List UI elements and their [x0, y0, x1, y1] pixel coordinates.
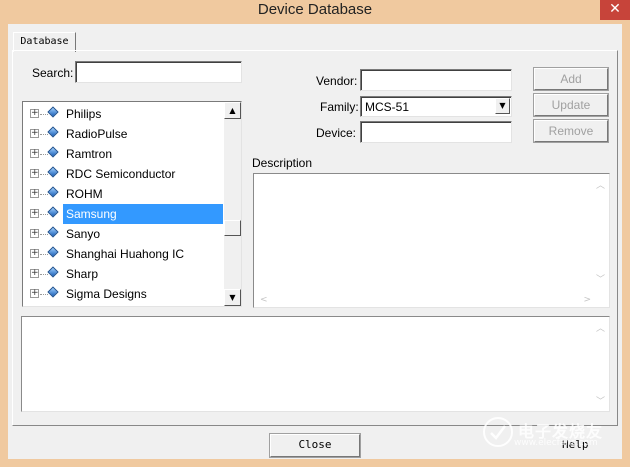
tree-connector	[40, 134, 48, 135]
remove-button[interactable]: Remove	[533, 119, 609, 143]
tree-item[interactable]: + RadioPulse	[23, 124, 223, 144]
expand-plus-icon[interactable]: +	[30, 249, 39, 258]
device-diamond-icon	[47, 226, 59, 238]
scroll-down-icon[interactable]: ▼	[224, 289, 241, 306]
tree-connector	[40, 114, 48, 115]
tree-connector	[40, 214, 48, 215]
dialog-client-area: Database Search: + Philips + RadioPulse + Ram…	[8, 24, 622, 459]
tree-item-label: Shanghai Huahong IC	[66, 247, 185, 261]
watermark-url: www.elecfans.com	[514, 438, 598, 448]
tree-connector	[40, 294, 48, 295]
tree-item-label: Philips	[66, 107, 102, 121]
search-input[interactable]	[76, 62, 241, 82]
title-bar: Device Database ✕	[0, 0, 630, 24]
vendor-input[interactable]	[361, 70, 511, 90]
expand-plus-icon[interactable]: +	[30, 189, 39, 198]
tree-item[interactable]: + Sigma Designs	[23, 284, 223, 304]
watermark-logo-icon	[483, 417, 513, 447]
dropdown-arrow-icon[interactable]: ▼	[495, 98, 510, 114]
update-button[interactable]: Update	[533, 93, 609, 117]
vendor-field[interactable]	[360, 69, 512, 91]
device-diamond-icon	[47, 186, 59, 198]
tree-item-label: RDC Semiconductor	[66, 167, 176, 181]
description-box[interactable]: ︿ ﹀ < >	[253, 173, 610, 308]
scroll-up-icon: ︿	[595, 181, 605, 191]
vendor-tree[interactable]: + Philips + RadioPulse + Ramtron + RDC Semicond…	[22, 101, 242, 307]
tree-item-label: ROHM	[66, 187, 103, 201]
device-diamond-icon	[47, 246, 59, 258]
watermark: 电子发烧友 www.elecfans.com	[478, 412, 623, 454]
tree-connector	[40, 154, 48, 155]
tree-item[interactable]: + Samsung	[23, 204, 223, 224]
tree-connector	[40, 234, 48, 235]
scroll-left-icon: <	[260, 295, 268, 305]
device-diamond-icon	[47, 166, 59, 178]
tree-connector	[40, 194, 48, 195]
expand-plus-icon[interactable]: +	[30, 229, 39, 238]
family-value: MCS-51	[365, 100, 410, 114]
tree-connector	[40, 254, 48, 255]
expand-plus-icon[interactable]: +	[30, 209, 39, 218]
device-diamond-icon	[47, 286, 59, 298]
expand-plus-icon[interactable]: +	[30, 169, 39, 178]
device-field[interactable]	[360, 121, 512, 143]
family-select[interactable]: MCS-51 ▼	[360, 96, 512, 117]
tree-item[interactable]: + Ramtron	[23, 144, 223, 164]
scroll-thumb[interactable]	[224, 220, 241, 236]
scroll-right-icon: >	[583, 295, 591, 305]
tree-item-label: RadioPulse	[66, 127, 128, 141]
expand-plus-icon[interactable]: +	[30, 129, 39, 138]
device-diamond-icon	[47, 266, 59, 278]
tree-item-label: Ramtron	[66, 147, 113, 161]
expand-plus-icon[interactable]: +	[30, 109, 39, 118]
tree-item[interactable]: + RDC Semiconductor	[23, 164, 223, 184]
window-title: Device Database	[257, 1, 373, 18]
tree-item-label: Sanyo	[66, 227, 101, 241]
device-diamond-icon	[47, 106, 59, 118]
search-field[interactable]	[75, 61, 242, 83]
tree-connector	[40, 174, 48, 175]
tree-connector	[40, 274, 48, 275]
scroll-down-icon: ﹀	[595, 397, 605, 407]
tree-item-label: Samsung	[63, 204, 223, 224]
device-label: Device:	[316, 126, 357, 140]
output-box[interactable]: ︿ ﹀	[21, 316, 610, 412]
scroll-down-icon: ﹀	[595, 275, 605, 285]
description-label: Description	[252, 156, 313, 170]
tree-item[interactable]: + Sharp	[23, 264, 223, 284]
device-diamond-icon	[47, 126, 59, 138]
vendor-label: Vendor:	[316, 74, 358, 88]
tab-database[interactable]: Database	[13, 32, 76, 52]
family-label: Family:	[320, 100, 359, 114]
device-diamond-icon	[47, 146, 59, 158]
tree-item[interactable]: + ROHM	[23, 184, 223, 204]
add-button[interactable]: Add	[533, 67, 609, 91]
close-icon[interactable]: ✕	[600, 0, 630, 20]
expand-plus-icon[interactable]: +	[30, 269, 39, 278]
tree-item[interactable]: + Sanyo	[23, 224, 223, 244]
expand-plus-icon[interactable]: +	[30, 149, 39, 158]
device-input[interactable]	[361, 122, 511, 142]
device-diamond-icon	[47, 206, 59, 218]
expand-plus-icon[interactable]: +	[30, 289, 39, 298]
search-label: Search:	[32, 66, 74, 80]
tree-scrollbar[interactable]: ▲ ▼	[224, 102, 241, 306]
scroll-up-icon[interactable]: ▲	[224, 102, 241, 119]
tree-item-label: Sharp	[66, 267, 99, 281]
tree-item[interactable]: + Philips	[23, 104, 223, 124]
scroll-up-icon: ︿	[595, 324, 605, 334]
close-button[interactable]: Close	[269, 433, 361, 458]
tree-item[interactable]: + Shanghai Huahong IC	[23, 244, 223, 264]
tree-item-label: Sigma Designs	[66, 287, 147, 301]
